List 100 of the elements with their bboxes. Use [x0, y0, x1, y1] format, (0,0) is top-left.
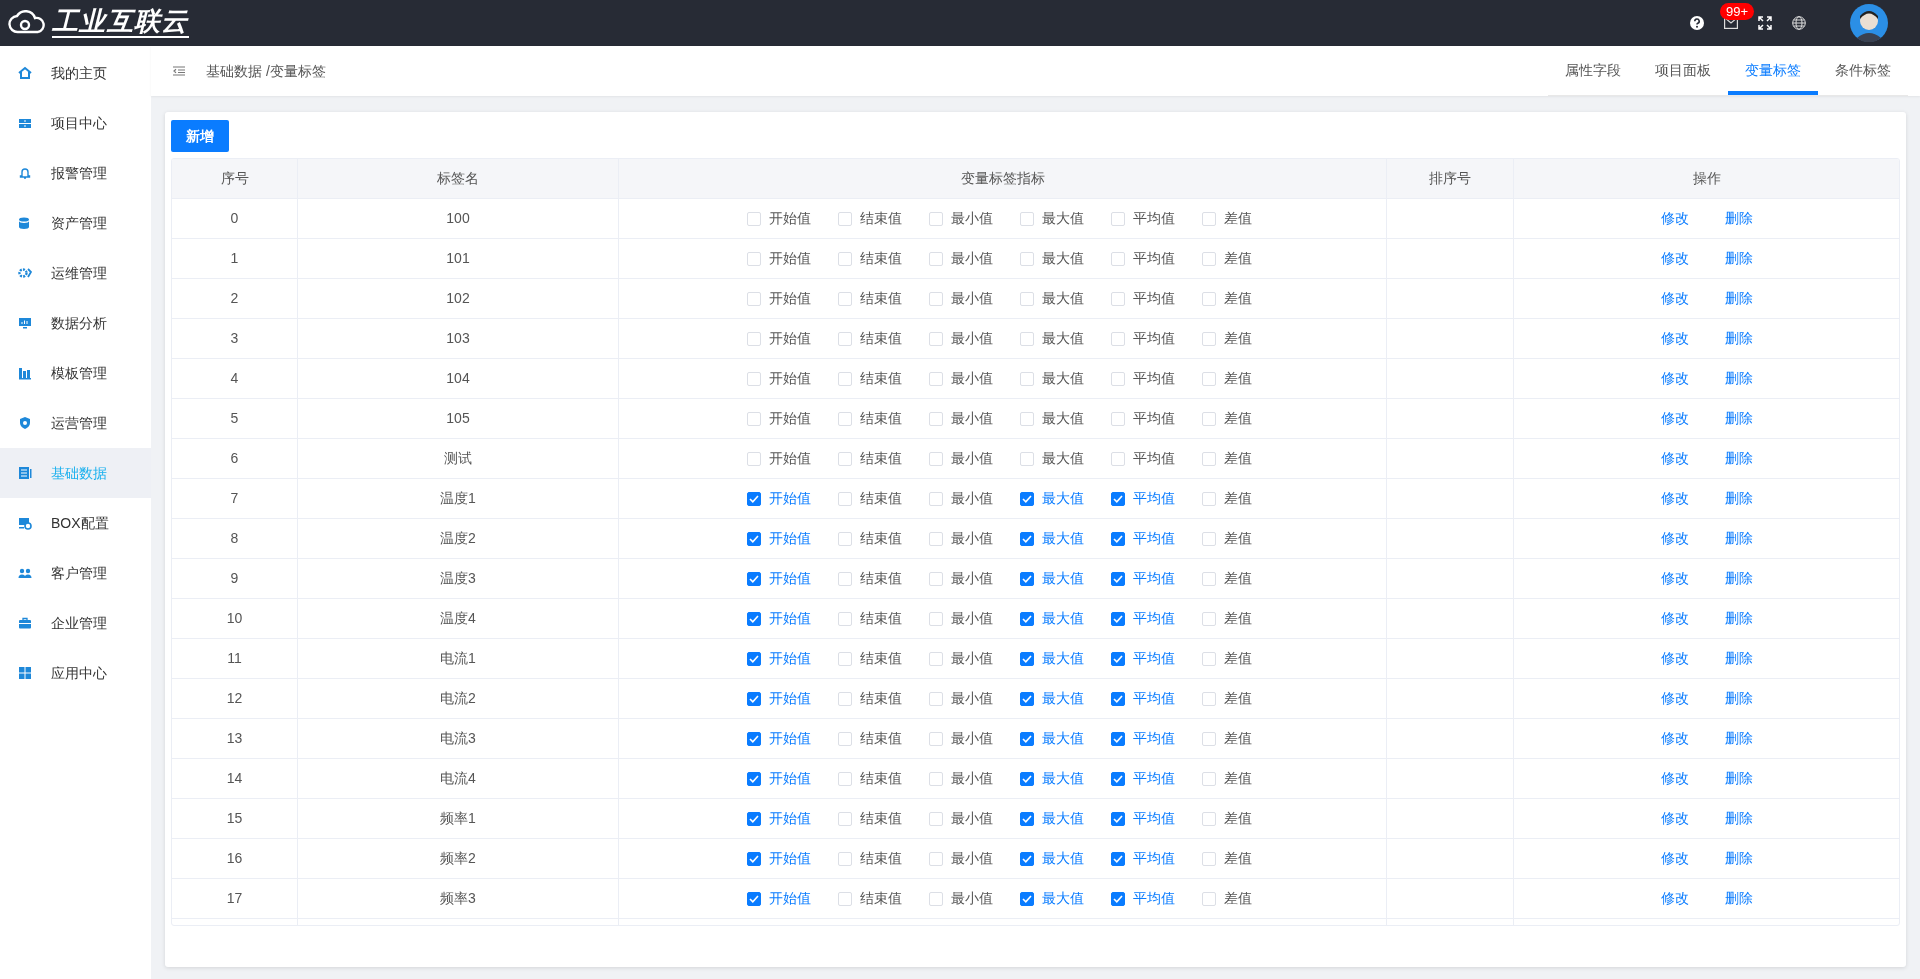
checkbox-label[interactable]: 最小值 — [951, 568, 993, 589]
checkbox[interactable] — [747, 811, 761, 826]
checkbox-label[interactable]: 平均值 — [1133, 648, 1175, 669]
checkbox-label[interactable]: 最大值 — [1042, 288, 1084, 309]
checkbox[interactable] — [1020, 731, 1034, 746]
checkbox-label[interactable]: 开始值 — [769, 808, 811, 829]
checkbox-label[interactable]: 平均值 — [1133, 688, 1175, 709]
edit-link[interactable]: 修改 — [1660, 808, 1689, 829]
edit-link[interactable]: 修改 — [1660, 568, 1689, 589]
checkbox-label[interactable]: 最大值 — [1042, 688, 1084, 709]
checkbox-label[interactable]: 差值 — [1224, 688, 1252, 709]
checkbox-label[interactable]: 开始值 — [769, 448, 811, 469]
sidebar-item[interactable]: 运维管理 — [0, 248, 151, 298]
checkbox-label[interactable]: 差值 — [1224, 888, 1252, 909]
delete-link[interactable]: 删除 — [1724, 528, 1753, 549]
sidebar-item[interactable]: 企业管理 — [0, 598, 151, 648]
checkbox-label[interactable]: 开始值 — [769, 568, 811, 589]
checkbox[interactable] — [1020, 811, 1034, 826]
checkbox-label[interactable]: 差值 — [1224, 568, 1252, 589]
checkbox[interactable] — [1020, 571, 1034, 586]
sidebar-item[interactable]: 模板管理 — [0, 348, 151, 398]
checkbox[interactable] — [747, 611, 761, 626]
delete-link[interactable]: 删除 — [1724, 488, 1753, 509]
delete-link[interactable]: 删除 — [1724, 408, 1753, 429]
sidebar-item[interactable]: 项目中心 — [0, 98, 151, 148]
checkbox-label[interactable]: 差值 — [1224, 288, 1252, 309]
checkbox-label[interactable]: 最小值 — [951, 448, 993, 469]
checkbox[interactable] — [1020, 771, 1034, 786]
checkbox-label[interactable]: 平均值 — [1133, 248, 1175, 269]
checkbox[interactable] — [1020, 611, 1034, 626]
checkbox-label[interactable]: 平均值 — [1133, 848, 1175, 869]
checkbox-label[interactable]: 最大值 — [1042, 408, 1084, 429]
delete-link[interactable]: 删除 — [1724, 608, 1753, 629]
edit-link[interactable]: 修改 — [1660, 448, 1689, 469]
checkbox[interactable] — [1111, 491, 1125, 506]
checkbox[interactable] — [1020, 891, 1034, 906]
checkbox[interactable] — [1111, 691, 1125, 706]
edit-link[interactable]: 修改 — [1660, 888, 1689, 909]
checkbox-label[interactable]: 差值 — [1224, 208, 1252, 229]
checkbox-label[interactable]: 结束值 — [860, 528, 902, 549]
sidebar-item[interactable]: 客户管理 — [0, 548, 151, 598]
checkbox-label[interactable]: 差值 — [1224, 808, 1252, 829]
checkbox-label[interactable]: 差值 — [1224, 848, 1252, 869]
checkbox-label[interactable]: 平均值 — [1133, 288, 1175, 309]
edit-link[interactable]: 修改 — [1660, 648, 1689, 669]
edit-link[interactable]: 修改 — [1660, 288, 1689, 309]
checkbox-label[interactable]: 差值 — [1224, 608, 1252, 629]
checkbox-label[interactable]: 结束值 — [860, 568, 902, 589]
checkbox[interactable] — [747, 691, 761, 706]
checkbox-label[interactable]: 最大值 — [1042, 568, 1084, 589]
checkbox[interactable] — [1020, 691, 1034, 706]
checkbox-label[interactable]: 平均值 — [1133, 608, 1175, 629]
checkbox-label[interactable]: 最小值 — [951, 368, 993, 389]
delete-link[interactable]: 删除 — [1724, 288, 1753, 309]
checkbox[interactable] — [747, 771, 761, 786]
checkbox-label[interactable]: 开始值 — [769, 208, 811, 229]
delete-link[interactable]: 删除 — [1724, 448, 1753, 469]
checkbox-label[interactable]: 最小值 — [951, 328, 993, 349]
checkbox-label[interactable]: 最大值 — [1042, 528, 1084, 549]
checkbox-label[interactable]: 最小值 — [951, 528, 993, 549]
checkbox-label[interactable]: 结束值 — [860, 608, 902, 629]
checkbox-label[interactable]: 最小值 — [951, 688, 993, 709]
delete-link[interactable]: 删除 — [1724, 768, 1753, 789]
checkbox-label[interactable]: 结束值 — [860, 888, 902, 909]
sidebar-item[interactable]: BOX配置 — [0, 498, 151, 548]
checkbox[interactable] — [747, 891, 761, 906]
checkbox-label[interactable]: 差值 — [1224, 248, 1252, 269]
checkbox-label[interactable]: 最小值 — [951, 728, 993, 749]
checkbox-label[interactable]: 平均值 — [1133, 488, 1175, 509]
delete-link[interactable]: 删除 — [1724, 208, 1753, 229]
sidebar-item[interactable]: 运营管理 — [0, 398, 151, 448]
checkbox-label[interactable]: 最小值 — [951, 608, 993, 629]
checkbox-label[interactable]: 开始值 — [769, 648, 811, 669]
checkbox[interactable] — [1111, 531, 1125, 546]
checkbox-label[interactable]: 结束值 — [860, 768, 902, 789]
edit-link[interactable]: 修改 — [1660, 728, 1689, 749]
delete-link[interactable]: 删除 — [1724, 728, 1753, 749]
checkbox-label[interactable]: 开始值 — [769, 288, 811, 309]
checkbox-label[interactable]: 最大值 — [1042, 848, 1084, 869]
sidebar-item[interactable]: 资产管理 — [0, 198, 151, 248]
checkbox-label[interactable]: 最小值 — [951, 808, 993, 829]
delete-link[interactable]: 删除 — [1724, 648, 1753, 669]
delete-link[interactable]: 删除 — [1724, 568, 1753, 589]
checkbox-label[interactable]: 开始值 — [769, 328, 811, 349]
checkbox-label[interactable]: 结束值 — [860, 688, 902, 709]
checkbox[interactable] — [747, 651, 761, 666]
checkbox[interactable] — [1111, 651, 1125, 666]
checkbox-label[interactable]: 平均值 — [1133, 808, 1175, 829]
checkbox[interactable] — [1020, 531, 1034, 546]
delete-link[interactable]: 删除 — [1724, 848, 1753, 869]
checkbox-label[interactable]: 开始值 — [769, 848, 811, 869]
edit-link[interactable]: 修改 — [1660, 608, 1689, 629]
checkbox-label[interactable]: 结束值 — [860, 448, 902, 469]
checkbox[interactable] — [747, 491, 761, 506]
checkbox-label[interactable]: 开始值 — [769, 368, 811, 389]
checkbox-label[interactable]: 最大值 — [1042, 448, 1084, 469]
checkbox-label[interactable]: 结束值 — [860, 408, 902, 429]
checkbox-label[interactable]: 平均值 — [1133, 208, 1175, 229]
checkbox-label[interactable]: 平均值 — [1133, 768, 1175, 789]
checkbox-label[interactable]: 最小值 — [951, 768, 993, 789]
